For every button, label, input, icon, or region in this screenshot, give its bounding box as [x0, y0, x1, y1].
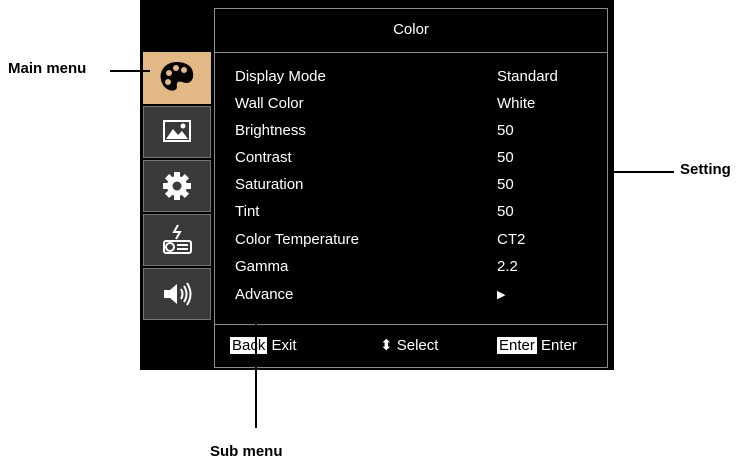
row-label: Advance: [235, 286, 294, 303]
row-label: Tint: [235, 203, 260, 220]
footer-select-hint: ⬍ Select: [380, 334, 438, 358]
leader-main-menu: [110, 70, 150, 72]
row-value: CT2: [497, 231, 526, 248]
callout-sub-menu: Sub menu: [210, 443, 283, 460]
row-label: Gamma: [235, 258, 289, 275]
picture-icon: [163, 120, 191, 142]
enter-key: Enter: [497, 337, 537, 354]
footer-enter-hint: Enter Enter: [497, 334, 577, 358]
row-label: Saturation: [235, 176, 304, 193]
projector-icon: [163, 224, 192, 254]
row-label: Color Temperature: [235, 231, 359, 248]
callout-main-menu: Main menu: [8, 60, 87, 77]
menu-row-advance[interactable]: Advance ▶: [235, 282, 605, 308]
submenu-arrow-icon: ▶: [497, 289, 506, 301]
row-value: 2.2: [497, 258, 518, 275]
leader-setting: [610, 171, 674, 173]
tab-audio[interactable]: [143, 268, 211, 320]
row-value: 50: [497, 176, 514, 193]
menu-row-tint[interactable]: Tint 50: [235, 199, 605, 225]
enter-label: Enter: [541, 337, 577, 354]
menu-row-color-temperature[interactable]: Color Temperature CT2: [235, 227, 605, 253]
menu-title: Color: [393, 21, 429, 38]
gear-icon: [163, 172, 191, 200]
tab-settings[interactable]: [143, 160, 211, 212]
leader-sub-menu: [255, 306, 257, 428]
tab-color[interactable]: [143, 52, 211, 104]
row-label: Display Mode: [235, 68, 326, 85]
row-value: Standard: [497, 68, 558, 85]
select-label: Select: [396, 337, 439, 354]
menu-row-brightness[interactable]: Brightness 50: [235, 118, 605, 144]
menu-row-contrast[interactable]: Contrast 50: [235, 145, 605, 171]
palette-icon: [160, 62, 194, 91]
row-value: 50: [497, 149, 514, 166]
menu-row-saturation[interactable]: Saturation 50: [235, 172, 605, 198]
exit-label: Exit: [271, 337, 297, 354]
row-value: 50: [497, 122, 514, 139]
menu-row-gamma[interactable]: Gamma 2.2: [235, 254, 605, 280]
title-divider: [214, 52, 608, 53]
back-key: Back: [230, 337, 268, 354]
up-down-arrow-icon: ⬍: [380, 337, 393, 354]
tab-management[interactable]: [143, 214, 211, 266]
tab-image[interactable]: [143, 106, 211, 158]
menu-row-wall-color[interactable]: Wall Color White: [235, 91, 605, 117]
row-label: Wall Color: [235, 95, 304, 112]
footer-divider: [214, 324, 608, 325]
row-value: White: [497, 95, 536, 112]
footer-back-hint: Back Exit: [230, 334, 297, 358]
row-label: Brightness: [235, 122, 306, 139]
callout-setting: Setting: [680, 161, 731, 178]
row-value: 50: [497, 203, 514, 220]
speaker-icon: [164, 282, 192, 306]
menu-row-display-mode[interactable]: Display Mode Standard: [235, 64, 605, 90]
row-label: Contrast: [235, 149, 292, 166]
